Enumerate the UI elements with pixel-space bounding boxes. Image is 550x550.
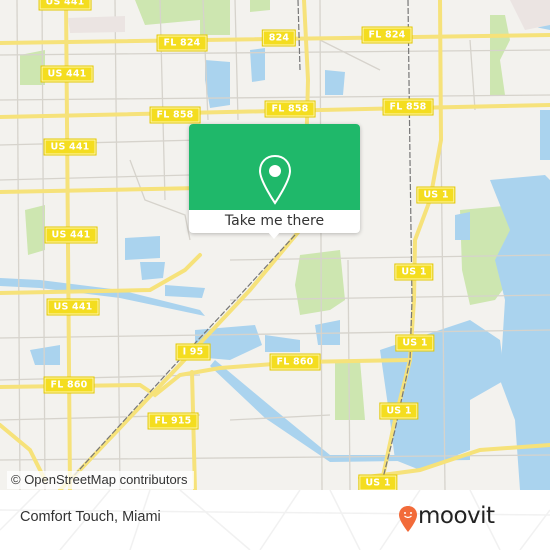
road-shield: I 95 bbox=[175, 343, 211, 361]
road-shield: US 1 bbox=[394, 263, 434, 281]
osm-attribution[interactable]: © OpenStreetMap contributors bbox=[7, 471, 194, 489]
road-shield: FL 860 bbox=[269, 353, 321, 371]
road-shield: US 441 bbox=[44, 226, 98, 244]
road-shield: FL 824 bbox=[156, 34, 208, 52]
road-shield: US 441 bbox=[43, 138, 97, 156]
road-shield: US 1 bbox=[358, 474, 398, 490]
popup-pointer bbox=[267, 231, 281, 239]
road-shield: FL 858 bbox=[382, 98, 434, 116]
take-me-there-popup[interactable]: Take me there bbox=[189, 124, 360, 239]
map-view[interactable]: US 441 FL 824 824 FL 824 US 441 FL 858 F… bbox=[0, 0, 550, 490]
moovit-smiley-pin-icon bbox=[399, 506, 417, 532]
road-shield: US 441 bbox=[46, 298, 100, 316]
road-shield: FL 824 bbox=[361, 26, 413, 44]
road-shield: US 1 bbox=[416, 186, 456, 204]
road-shield: US 1 bbox=[395, 334, 435, 352]
road-shield: FL 858 bbox=[149, 106, 201, 124]
take-me-there-button[interactable]: Take me there bbox=[189, 210, 360, 233]
map-pin-icon bbox=[258, 154, 292, 205]
road-shield: US 441 bbox=[38, 0, 92, 11]
footer-bar: Comfort Touch, Miami moovit bbox=[0, 490, 550, 550]
place-name: Comfort Touch, Miami bbox=[20, 509, 161, 525]
road-shield: FL 915 bbox=[147, 412, 199, 430]
road-shield: FL 858 bbox=[264, 100, 316, 118]
road-shield: 824 bbox=[261, 29, 297, 47]
moovit-wordmark: moovit bbox=[418, 503, 495, 529]
road-shield: US 1 bbox=[379, 402, 419, 420]
popup-header[interactable] bbox=[189, 124, 360, 210]
road-shield: US 441 bbox=[40, 65, 94, 83]
road-shield: FL 860 bbox=[43, 376, 95, 394]
